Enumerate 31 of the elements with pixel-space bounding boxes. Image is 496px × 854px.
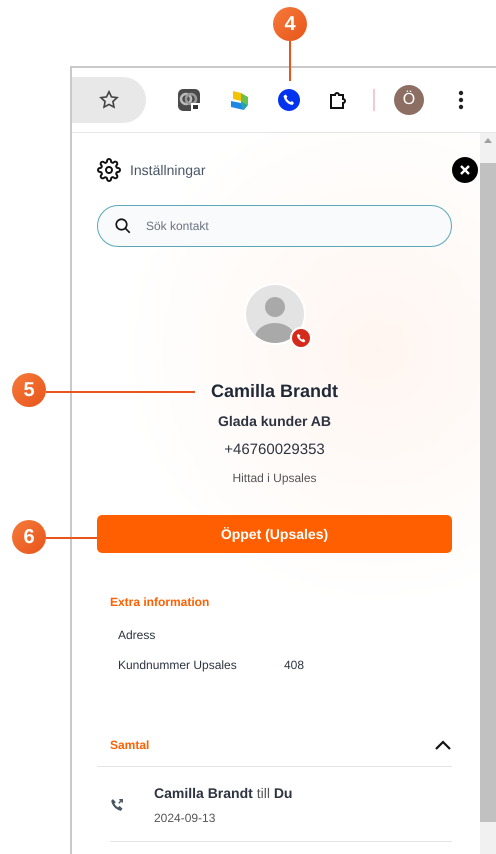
callout-number: 5: [12, 373, 46, 407]
phone-badge: [290, 327, 312, 349]
company-name: Glada kunder AB: [218, 413, 332, 429]
bookmark-star-button[interactable]: [72, 77, 146, 123]
source-text: Hittad i Upsales: [232, 471, 317, 485]
leader-line: [46, 537, 97, 539]
info-label: Adress: [118, 628, 156, 642]
phone-number: +46760029353: [224, 441, 325, 458]
section-title: Extra information: [110, 595, 210, 609]
chevron-icon[interactable]: [434, 738, 452, 752]
contact-avatar: [244, 283, 306, 345]
search-field[interactable]: Sök kontakt: [97, 205, 452, 247]
star-icon: [98, 89, 120, 111]
section-title: Samtal: [110, 738, 150, 752]
callout-number: 4: [273, 7, 307, 41]
settings-icon: [97, 158, 121, 182]
info-value: 408: [284, 658, 306, 672]
scrollbar-thumb[interactable]: [480, 163, 496, 822]
close-icon: [460, 165, 470, 175]
callout-number: 6: [12, 520, 46, 554]
call-date: 2024-09-13: [154, 811, 216, 825]
open-button[interactable]: Öppet (Upsales): [97, 515, 452, 553]
call-title: Camilla Brandt till Du: [154, 785, 292, 801]
close-button[interactable]: [452, 157, 478, 183]
contact-name: Camilla Brandt: [210, 381, 338, 402]
phone-call-icon: [110, 798, 124, 812]
leader-line: [289, 41, 291, 81]
settings-button[interactable]: Inställningar: [97, 158, 206, 182]
profile-avatar[interactable]: Ö: [394, 85, 424, 115]
search-icon: [114, 217, 132, 235]
info-label: Kundnummer Upsales: [118, 658, 238, 672]
